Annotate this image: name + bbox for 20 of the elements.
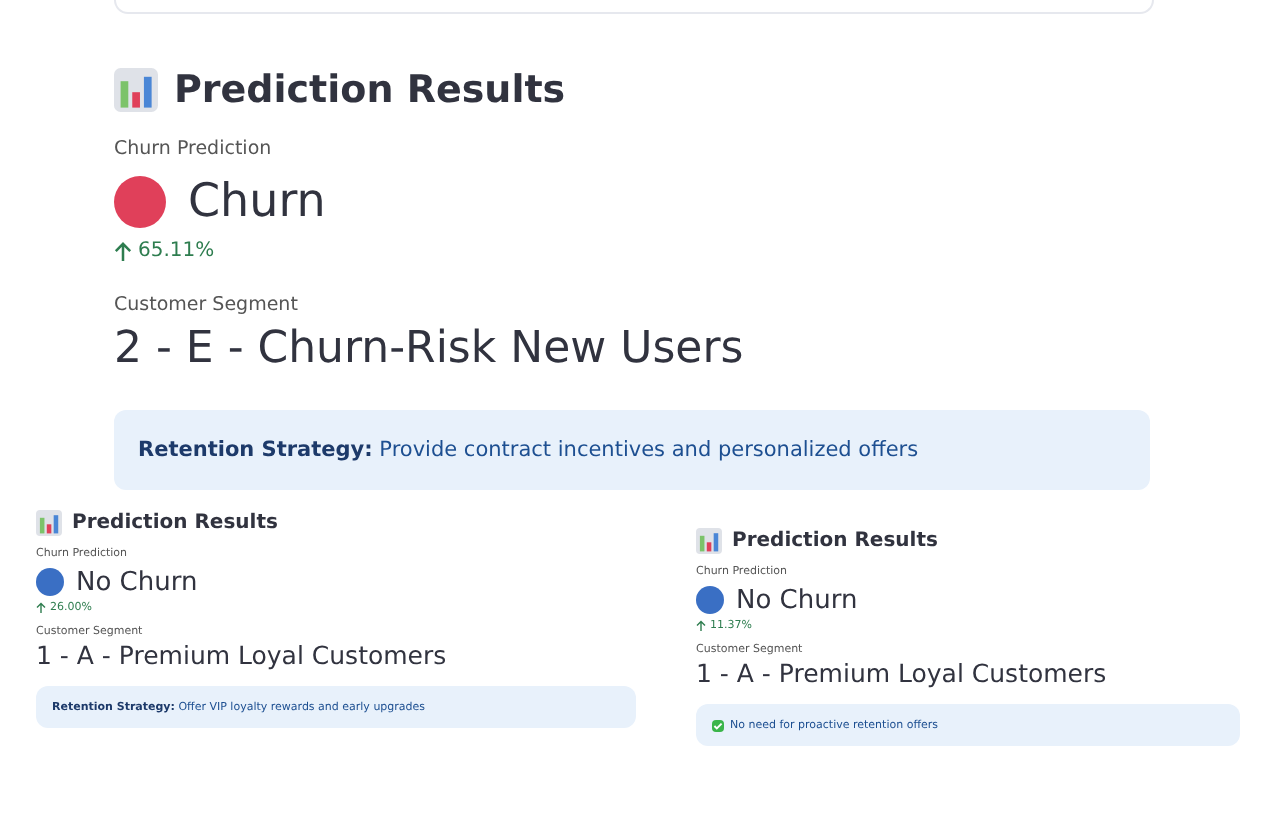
metric-label: Customer Segment: [114, 294, 300, 316]
prediction-value: Churn: [188, 176, 326, 228]
bar-chart-icon: [36, 509, 62, 535]
metric-label: Churn Prediction: [114, 138, 274, 160]
metric-delta: 65.11%: [138, 240, 215, 262]
check-icon: [712, 719, 724, 731]
bar-chart-icon: [696, 527, 722, 553]
segment-value: 2 - E - Churn-Risk New Users: [114, 324, 746, 374]
arrow-up-icon: [114, 241, 132, 261]
panel-title: Prediction Results: [174, 68, 566, 112]
panel-title: Prediction Results: [72, 511, 278, 533]
prediction-value: No Churn: [736, 585, 858, 615]
arrow-up-icon: [696, 620, 706, 632]
bar-chart-icon: [114, 68, 158, 112]
segment-value: 1 - A - Premium Loyal Customers: [36, 640, 449, 670]
arrow-up-icon: [36, 602, 46, 614]
prediction-value: No Churn: [76, 567, 198, 597]
panel-title: Prediction Results: [732, 529, 938, 551]
segment-value: 1 - A - Premium Loyal Customers: [696, 658, 1109, 688]
strategy-alert: Retention Strategy: Provide contract incentives and personalized offers: [114, 410, 1150, 490]
